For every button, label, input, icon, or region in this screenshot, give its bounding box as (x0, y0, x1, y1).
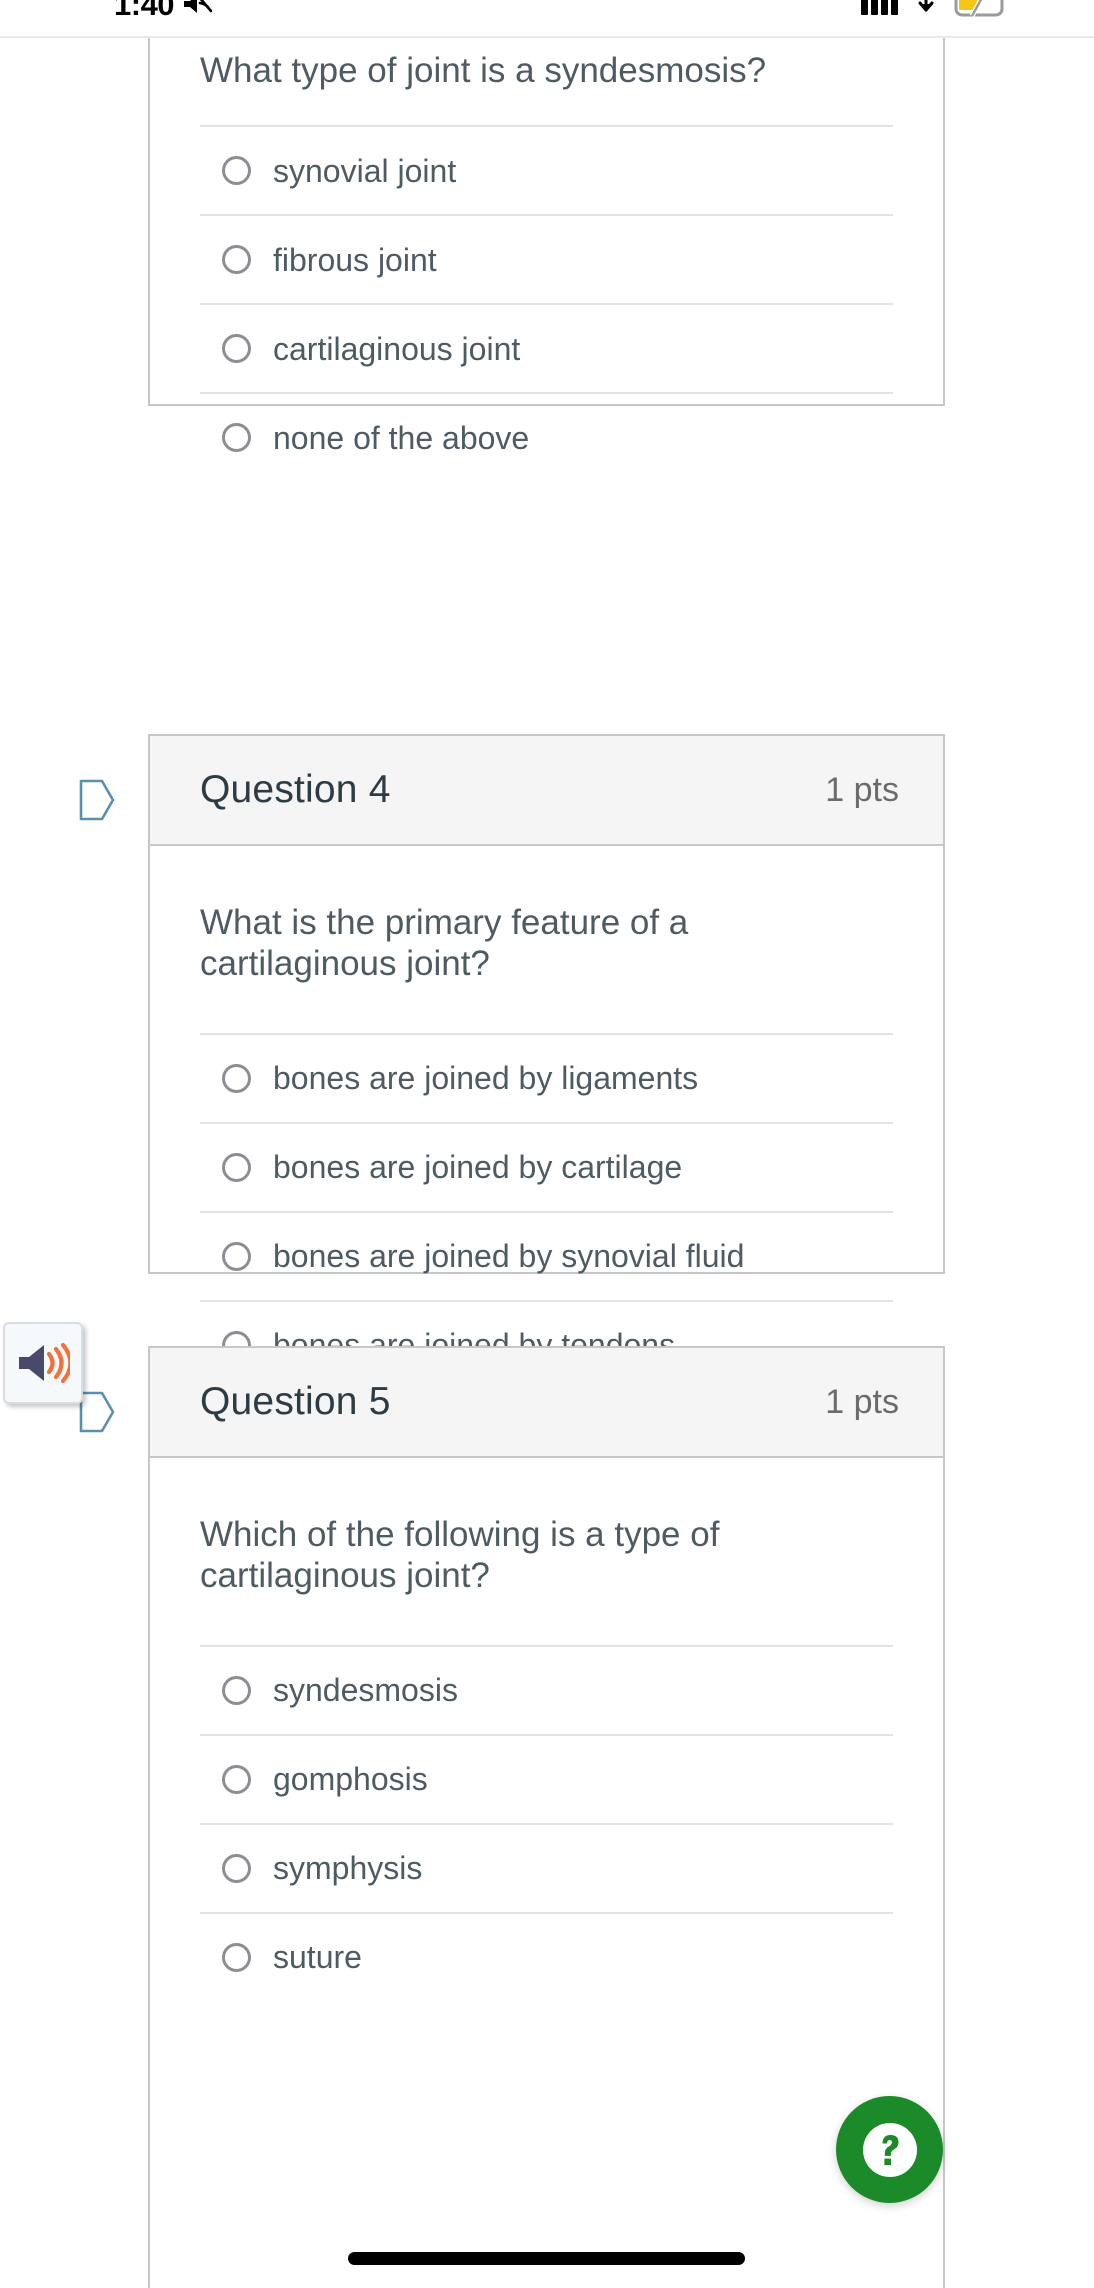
answer-label: symphysis (273, 1850, 423, 1887)
answer-label: syndesmosis (273, 1672, 458, 1709)
answer-option[interactable]: synovial joint (200, 125, 893, 214)
flag-bookmark-icon[interactable] (78, 778, 116, 822)
answer-option[interactable]: bones are joined by synovial fluid (200, 1210, 893, 1300)
header-divider (0, 36, 1094, 38)
radio-button-icon[interactable] (222, 1152, 251, 1182)
status-bar: 1:40 (0, 0, 1094, 26)
status-time: 1:40 (114, 0, 175, 22)
home-indicator (348, 2252, 745, 2265)
mute-icon (184, 0, 213, 13)
radio-button-icon[interactable] (222, 1942, 251, 1972)
radio-button-icon[interactable] (222, 245, 251, 275)
answer-option[interactable]: suture (200, 1911, 893, 2001)
answer-option[interactable]: symphysis (200, 1822, 893, 1912)
answer-option[interactable]: fibrous joint (200, 214, 893, 303)
radio-button-icon[interactable] (222, 1853, 251, 1883)
question-body-3: What type of joint is a syndesmosis? (150, 38, 943, 91)
answer-label: bones are joined by cartilage (273, 1149, 683, 1186)
signal-bars-icon (861, 0, 898, 15)
question-text-5: Which of the following is a type of cart… (200, 1515, 720, 1596)
radio-button-icon[interactable] (222, 156, 251, 186)
answer-label: none of the above (273, 419, 530, 456)
answer-label: fibrous joint (273, 241, 437, 278)
question-points-4: 1 pts (825, 770, 899, 809)
answer-list-3: synovial joint fibrous joint cartilagino… (150, 125, 943, 527)
radio-button-icon[interactable] (222, 1241, 251, 1271)
speaker-volume-icon (19, 1342, 70, 1384)
radio-button-icon[interactable] (222, 1675, 251, 1705)
question-body-4: What is the primary feature of a cartila… (150, 846, 943, 985)
answer-option[interactable]: syndesmosis (200, 1644, 893, 1734)
question-card-3: What type of joint is a syndesmosis? syn… (148, 38, 945, 454)
question-card-5: Question 5 1 pts Which of the following … (148, 1346, 945, 2288)
answer-label: suture (273, 1939, 362, 1976)
answer-option[interactable]: cartilaginous joint (200, 303, 893, 392)
battery-icon (954, 0, 1004, 18)
question-points-5: 1 pts (825, 1382, 899, 1421)
answer-label: synovial joint (273, 152, 457, 189)
question-card-4: Question 4 1 pts What is the primary fea… (148, 734, 945, 1361)
answer-option[interactable]: bones are joined by cartilage (200, 1121, 893, 1211)
question-text-4: What is the primary feature of a cartila… (200, 903, 689, 984)
status-bar-left: 1:40 (24, 0, 213, 22)
answer-option[interactable]: none of the above (200, 392, 893, 481)
question-mark-help-icon (862, 2122, 917, 2177)
radio-button-icon[interactable] (222, 1063, 251, 1093)
radio-button-icon[interactable] (222, 423, 251, 453)
flag-bookmark-icon[interactable] (78, 1390, 116, 1434)
question-header-4: Question 4 1 pts (150, 736, 943, 846)
quiz-screen: 1:40 What type of joint is a syndesmosis… (0, 0, 1094, 2288)
answer-label: cartilaginous joint (273, 330, 521, 367)
answer-label: bones are joined by synovial fluid (273, 1238, 745, 1275)
answer-label: gomphosis (273, 1761, 428, 1798)
answer-option[interactable]: gomphosis (200, 1733, 893, 1823)
question-title-4: Question 4 (200, 768, 391, 811)
download-arrow-icon (918, 0, 934, 12)
radio-button-icon[interactable] (222, 1764, 251, 1794)
question-header-5: Question 5 1 pts (150, 1348, 943, 1458)
text-to-speech-button[interactable] (3, 1322, 83, 1404)
help-button[interactable] (836, 2096, 943, 2203)
status-bar-right (861, 0, 1070, 18)
question-title-5: Question 5 (200, 1380, 391, 1423)
answer-list-5: syndesmosis gomphosis symphysis suture (150, 1644, 943, 2047)
radio-button-icon[interactable] (222, 334, 251, 364)
answer-label: bones are joined by ligaments (273, 1060, 699, 1097)
question-body-5: Which of the following is a type of cart… (150, 1458, 943, 1597)
answer-option[interactable]: bones are joined by ligaments (200, 1032, 893, 1122)
question-text-3: What type of joint is a syndesmosis? (200, 51, 767, 90)
